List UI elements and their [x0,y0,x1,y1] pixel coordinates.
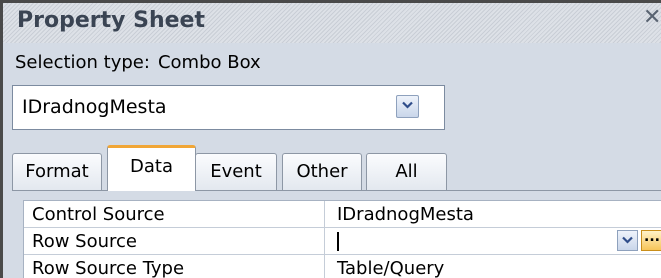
selection-type-label: Selection type: [15,52,150,73]
object-selector-combo[interactable]: IDradnogMesta [12,85,445,130]
property-row-row-source-type[interactable]: Row Source Type Table/Query [24,255,661,278]
row-source-dropdown-button[interactable] [617,230,638,251]
close-icon[interactable]: ✕ [643,7,661,29]
tab-data[interactable]: Data [107,145,196,191]
property-label: Row Source Type [32,258,185,278]
property-row-control-source[interactable]: Control Source IDradnogMesta [24,201,661,228]
object-selector-value: IDradnogMesta [22,96,167,118]
property-label: Row Source [32,231,137,252]
property-grid: Control Source IDradnogMesta Row Source … [23,200,661,278]
chevron-down-icon [622,236,633,244]
object-selector-dropdown-button[interactable] [396,95,419,118]
tab-other[interactable]: Other [282,153,362,190]
property-sheet-pane: Property Sheet ✕ Selection type: Combo Bo… [0,0,661,278]
chevron-down-icon [402,101,413,109]
title-bar[interactable]: Property Sheet ✕ [3,3,661,43]
property-value[interactable]: IDradnogMesta [337,204,474,225]
selection-type-value: Combo Box [157,52,261,73]
property-row-row-source[interactable]: Row Source ... [24,228,661,255]
property-label: Control Source [32,204,165,225]
pane-title: Property Sheet [17,8,205,33]
tab-format[interactable]: Format [12,153,102,190]
text-caret [337,232,339,251]
property-value[interactable]: Table/Query [337,258,444,278]
tab-all[interactable]: All [366,153,447,190]
tab-event[interactable]: Event [195,153,277,190]
selection-type: Selection type: Combo Box [15,52,261,73]
builder-button[interactable]: ... [641,230,661,251]
